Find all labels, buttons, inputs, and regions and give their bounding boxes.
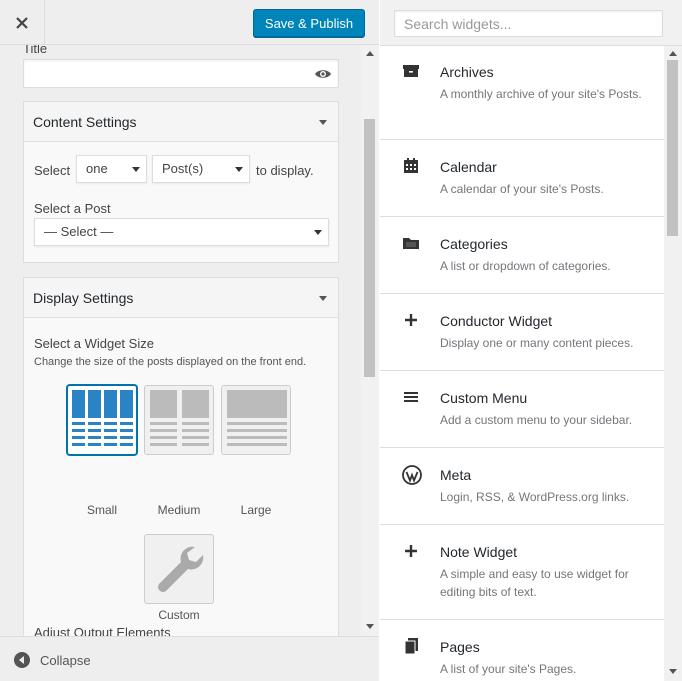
widget-size-help: Change the size of the posts displayed o… [34, 356, 307, 368]
size-custom-option[interactable] [144, 534, 214, 604]
medium-layout-icon [150, 390, 209, 446]
widget-name: Meta [440, 467, 472, 483]
widget-name: Note Widget [440, 544, 518, 560]
post-select[interactable]: — Select — [34, 218, 329, 246]
select-post-label: Select a Post [34, 201, 111, 216]
size-large-label: Large [240, 503, 272, 517]
top-bar: Save & Publish [0, 0, 379, 45]
close-button[interactable] [0, 0, 45, 45]
widget-item-note[interactable]: Note Widget A simple and easy to use wid… [380, 526, 664, 620]
scroll-up-arrow-icon[interactable] [669, 51, 677, 56]
scroll-up-arrow-icon[interactable] [366, 51, 374, 56]
content-settings-header[interactable]: Content Settings [23, 101, 339, 142]
widget-name: Calendar [440, 159, 497, 175]
chevron-down-icon [235, 167, 243, 172]
calendar-icon [402, 157, 420, 175]
count-select[interactable]: one [76, 155, 147, 183]
widget-desc: Display one or many content pieces. [440, 336, 634, 350]
widget-desc: A list or dropdown of categories. [440, 259, 611, 273]
title-label: Title [23, 45, 48, 56]
available-widgets-panel: Archives A monthly archive of your site'… [380, 0, 682, 681]
widget-name: Custom Menu [440, 390, 528, 406]
eye-icon[interactable] [314, 68, 332, 83]
plus-icon [402, 311, 420, 329]
post-type-select[interactable]: Post(s) [152, 155, 250, 183]
small-layout-icon [72, 390, 133, 446]
caret-down-icon [319, 296, 327, 301]
widget-item-custom-menu[interactable]: Custom Menu Add a custom menu to your si… [380, 372, 664, 448]
scroll-thumb[interactable] [364, 119, 375, 377]
bottom-bar: Collapse [0, 636, 379, 681]
widget-desc: Login, RSS, & WordPress.org links. [440, 490, 630, 504]
wrench-icon [158, 546, 204, 592]
scroll-thumb[interactable] [667, 60, 678, 236]
post-select-value: — Select — [44, 224, 114, 239]
search-bar [380, 0, 682, 46]
count-select-value: one [86, 161, 108, 176]
display-settings-title: Display Settings [33, 290, 134, 306]
collapse-button[interactable]: Collapse [14, 652, 91, 668]
collapse-arrow-icon [14, 652, 30, 668]
search-input[interactable] [394, 10, 663, 37]
widget-desc: A calendar of your site's Posts. [440, 182, 604, 196]
large-layout-icon [227, 390, 287, 446]
pages-icon [402, 637, 420, 655]
size-custom-label: Custom [158, 608, 200, 622]
caret-down-icon [319, 120, 327, 125]
post-type-select-value: Post(s) [162, 161, 204, 176]
widget-item-calendar[interactable]: Calendar A calendar of your site's Posts… [380, 141, 664, 217]
widget-name: Pages [440, 639, 480, 655]
widget-desc: A monthly archive of your site's Posts. [440, 87, 642, 101]
adjust-output-label: Adjust Output Elements [34, 625, 171, 636]
chevron-down-icon [314, 230, 322, 235]
widget-item-categories[interactable]: Categories A list or dropdown of categor… [380, 218, 664, 294]
save-publish-button[interactable]: Save & Publish [253, 9, 365, 37]
widget-list: Archives A monthly archive of your site'… [380, 46, 664, 681]
widget-name: Conductor Widget [440, 313, 553, 329]
size-large-option[interactable] [221, 385, 291, 455]
wordpress-icon [402, 465, 422, 485]
widget-name: Categories [440, 236, 508, 252]
size-small-option[interactable] [67, 385, 137, 455]
plus-icon [402, 542, 420, 560]
title-input[interactable] [23, 59, 339, 88]
widget-form: Title Content Settings Select one Post(s… [12, 45, 361, 636]
close-icon [16, 16, 28, 29]
customizer-panel: Title Content Settings Select one Post(s… [0, 0, 379, 681]
content-settings-body: Select one Post(s) to display. Select a … [23, 142, 339, 263]
widget-desc: A simple and easy to use widget for edit… [440, 567, 629, 599]
right-scrollbar[interactable] [664, 46, 682, 681]
widget-name: Archives [440, 64, 494, 80]
left-scrollbar[interactable] [361, 45, 379, 636]
scroll-down-arrow-icon[interactable] [366, 624, 374, 629]
size-medium-option[interactable] [144, 385, 214, 455]
menu-icon [402, 388, 420, 406]
widget-item-meta[interactable]: Meta Login, RSS, & WordPress.org links. [380, 449, 664, 525]
widget-item-archives[interactable]: Archives A monthly archive of your site'… [380, 46, 664, 140]
widget-size-label: Select a Widget Size [34, 336, 154, 351]
widget-item-pages[interactable]: Pages A list of your site's Pages. [380, 621, 664, 681]
archive-icon [402, 62, 420, 80]
scroll-down-arrow-icon[interactable] [669, 669, 677, 674]
display-settings-body: Select a Widget Size Change the size of … [23, 318, 339, 636]
chevron-down-icon [132, 167, 140, 172]
folder-icon [402, 234, 420, 252]
display-suffix: to display. [256, 163, 314, 178]
widget-item-conductor[interactable]: Conductor Widget Display one or many con… [380, 295, 664, 371]
content-settings-title: Content Settings [33, 114, 137, 130]
collapse-label: Collapse [40, 652, 91, 668]
widget-desc: A list of your site's Pages. [440, 662, 577, 676]
select-label: Select [34, 163, 71, 178]
widget-desc: Add a custom menu to your sidebar. [440, 413, 633, 427]
display-settings-header[interactable]: Display Settings [23, 277, 339, 318]
